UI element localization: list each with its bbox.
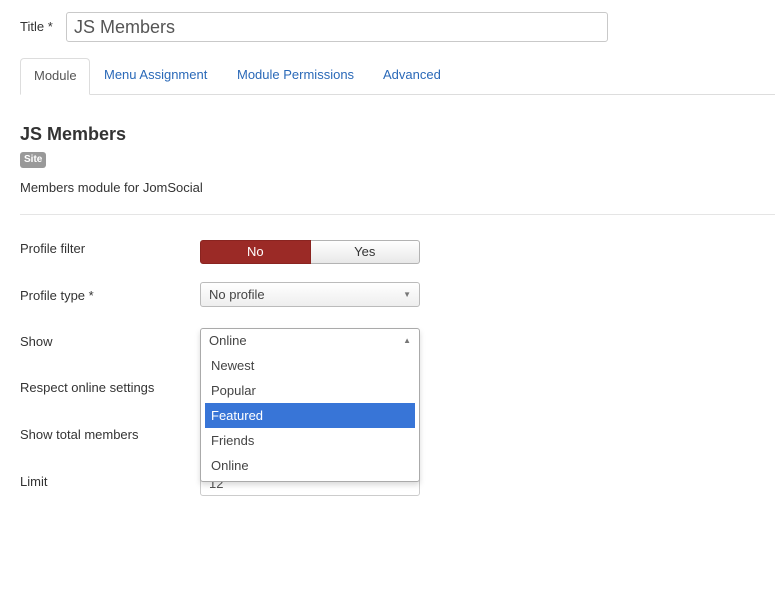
show-select-value: Online [209, 333, 247, 348]
title-label: Title * [20, 19, 53, 34]
show-option-newest[interactable]: Newest [205, 353, 415, 378]
show-option-featured[interactable]: Featured [205, 403, 415, 428]
module-description: Members module for JomSocial [20, 180, 203, 195]
tab-advanced[interactable]: Advanced [370, 58, 454, 94]
site-badge: Site [20, 152, 47, 168]
tab-module[interactable]: Module [20, 58, 90, 95]
show-option-friends[interactable]: Friends [205, 428, 415, 453]
tab-bar: Module Menu Assignment Module Permission… [20, 58, 775, 95]
show-option-popular[interactable]: Popular [205, 378, 415, 403]
show-select-dropdown[interactable]: Online ▲ Newest Popular Featured Friends… [200, 328, 420, 482]
tab-module-permissions[interactable]: Module Permissions [224, 58, 367, 94]
show-label: Show [20, 334, 53, 349]
chevron-up-icon: ▲ [403, 336, 411, 345]
show-select-current[interactable]: Online ▲ [201, 329, 419, 353]
profile-filter-label: Profile filter [20, 241, 86, 256]
show-total-label: Show total members [20, 427, 139, 442]
profile-filter-no-button[interactable]: No [200, 240, 311, 264]
profile-type-label: Profile type * [20, 288, 94, 303]
profile-filter-yes-button[interactable]: Yes [310, 240, 420, 264]
show-options-list: Newest Popular Featured Friends Online [205, 353, 415, 478]
limit-label: Limit [20, 474, 48, 489]
module-name: JS Members [20, 124, 127, 144]
title-input[interactable]: JS Members [66, 12, 608, 42]
profile-type-value: No profile [209, 287, 265, 302]
module-edit-page: Title * JS Members Module Menu Assignmen… [0, 0, 775, 596]
divider [20, 214, 775, 215]
show-option-online[interactable]: Online [205, 453, 415, 478]
tab-menu-assignment[interactable]: Menu Assignment [91, 58, 220, 94]
profile-type-select[interactable]: No profile ▼ [200, 282, 420, 307]
respect-online-label: Respect online settings [20, 380, 155, 395]
chevron-down-icon: ▼ [403, 290, 411, 299]
profile-filter-toggle: No Yes [200, 240, 420, 264]
